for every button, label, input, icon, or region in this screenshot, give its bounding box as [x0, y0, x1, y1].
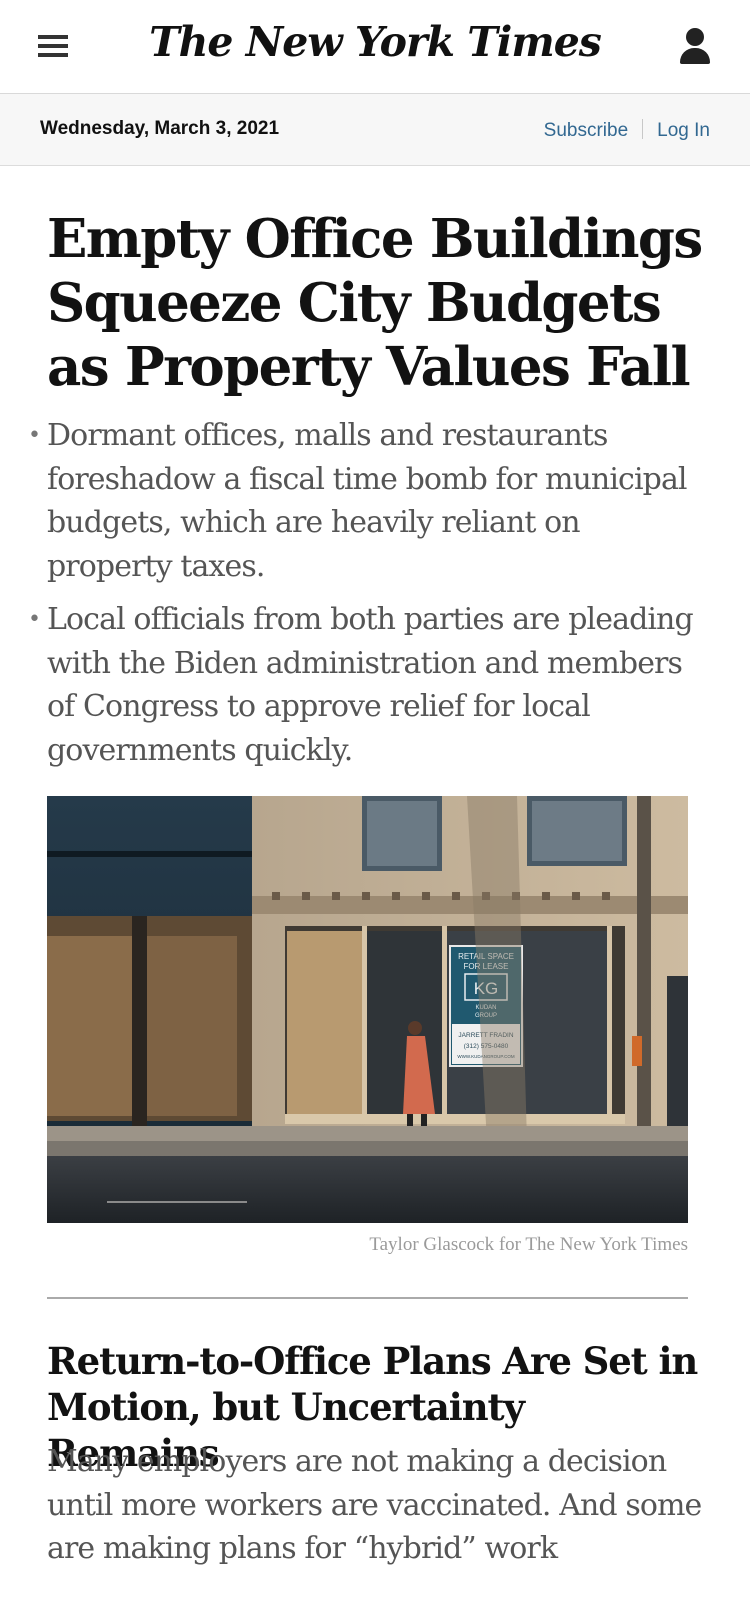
nyt-logo[interactable]: The New York Times	[0, 18, 750, 66]
lead-headline[interactable]: Empty Office Buildings Squeeze City Budg…	[47, 207, 707, 399]
login-link[interactable]: Log In	[657, 120, 710, 141]
summary-item: • Local officials from both parties are p…	[28, 598, 707, 772]
link-divider	[642, 119, 644, 139]
summary-text: Dormant offices, malls and restaurants f…	[47, 418, 688, 584]
summary-item: • Dormant offices, malls and restaurants …	[28, 414, 707, 588]
date-bar: Wednesday, March 3, 2021 Subscribe Log In	[0, 94, 750, 166]
second-summary: Many employers are not making a decision…	[47, 1444, 702, 1566]
story-divider	[47, 1297, 688, 1299]
lead-summary-list: • Dormant offices, malls and restaurants …	[28, 414, 707, 782]
bullet-icon: •	[28, 607, 41, 632]
lead-photo[interactable]: RETAIL SPACE FOR LEASE KG KUDAN GROUP JA…	[47, 796, 688, 1223]
subscribe-link[interactable]: Subscribe	[544, 120, 629, 141]
bullet-icon: •	[28, 423, 41, 448]
user-account-icon[interactable]	[678, 28, 712, 66]
summary-text: Local officials from both parties are pl…	[47, 602, 694, 768]
account-links: Subscribe Log In	[544, 119, 710, 142]
masthead: The New York Times	[0, 0, 750, 94]
photo-credit: Taylor Glascock for The New York Times	[369, 1234, 688, 1255]
current-date: Wednesday, March 3, 2021	[40, 118, 280, 139]
